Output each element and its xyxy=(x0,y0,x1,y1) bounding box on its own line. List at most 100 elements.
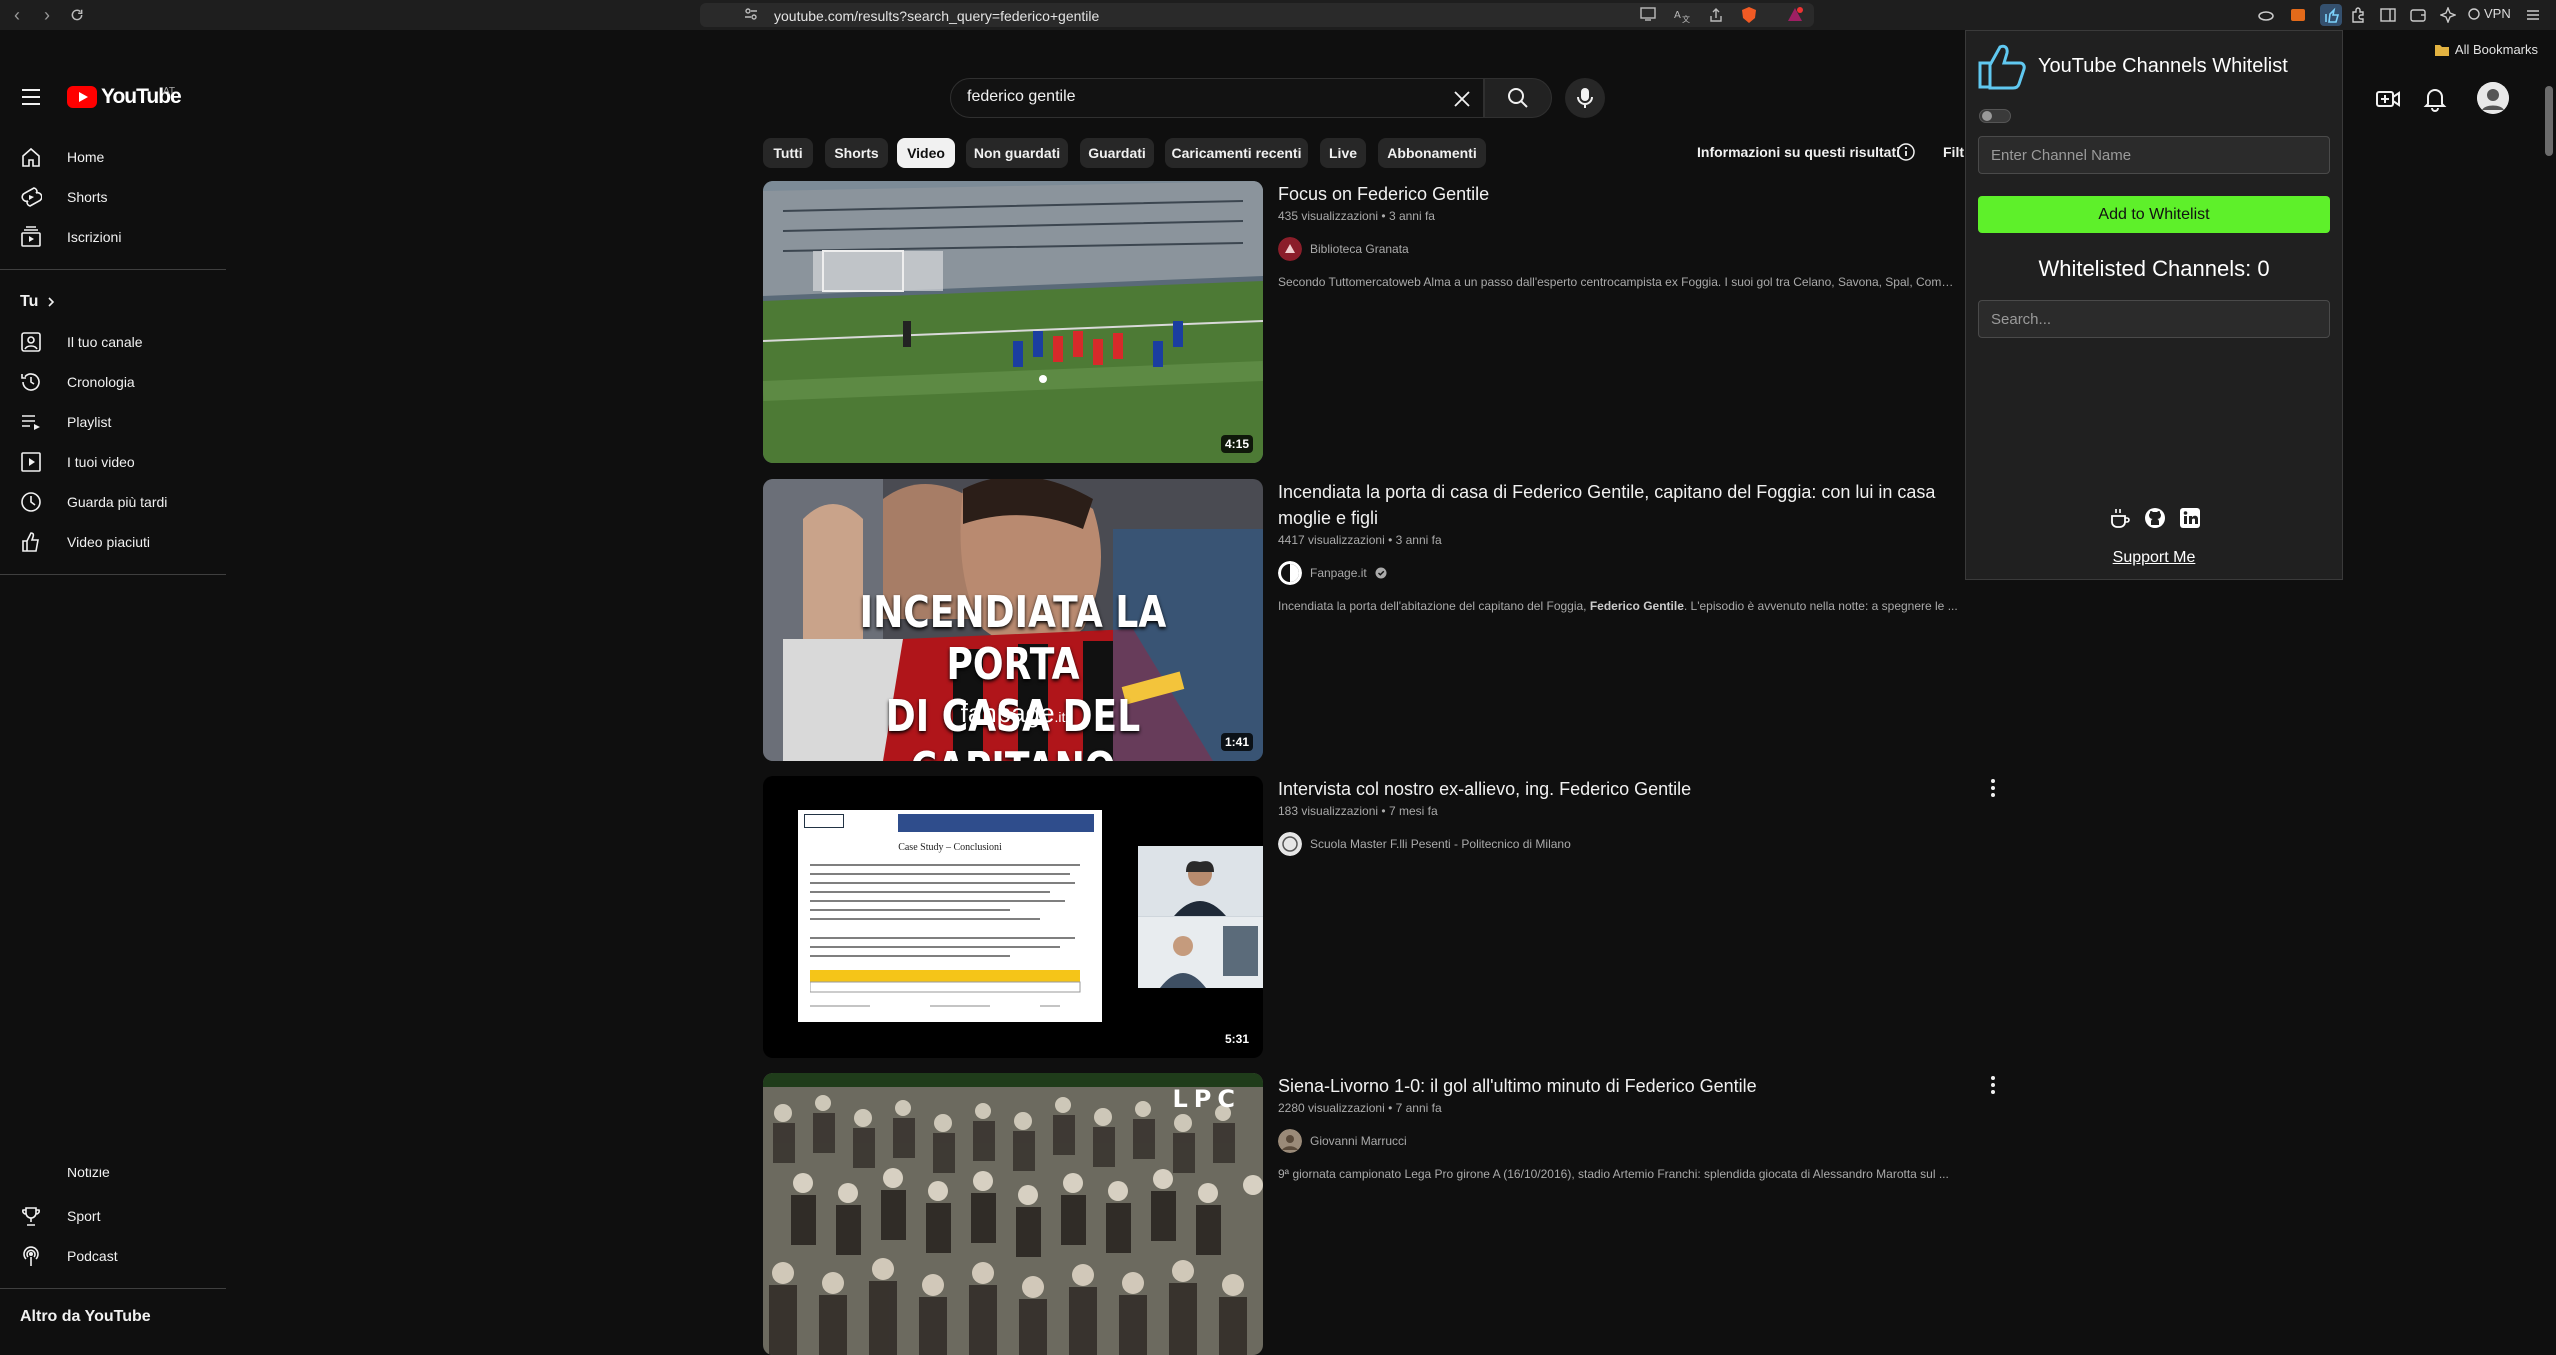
sidebar-item-home[interactable]: Home xyxy=(0,137,226,177)
vpn-button[interactable]: VPN xyxy=(2468,6,2511,21)
extension-icon-2[interactable] xyxy=(2290,7,2306,23)
info-icon[interactable] xyxy=(1896,142,1916,162)
video-thumbnail[interactable]: LPC xyxy=(763,1073,1263,1355)
chip-shorts[interactable]: Shorts xyxy=(825,138,888,168)
meta-separator: • xyxy=(1384,533,1396,547)
whitelist-extension-icon[interactable] xyxy=(2320,4,2342,26)
back-icon[interactable]: ‹ xyxy=(6,4,28,26)
browser-toolbar: ‹ › youtube.com/results?search_query=fed… xyxy=(0,0,2556,30)
channel-name: Scuola Master F.lli Pesenti - Politecnic… xyxy=(1310,837,1571,851)
home-icon xyxy=(22,147,40,167)
video-channel[interactable]: Scuola Master F.lli Pesenti - Politecnic… xyxy=(1278,832,1958,856)
search-icon xyxy=(1508,88,1528,108)
search-input[interactable] xyxy=(967,88,1407,106)
sidebar-item-sport[interactable]: Sport xyxy=(0,1196,226,1236)
forward-icon[interactable]: › xyxy=(36,4,58,26)
more-actions-icon[interactable] xyxy=(1981,1073,2005,1097)
extension-icon-1[interactable] xyxy=(2258,7,2274,23)
leo-ai-icon[interactable] xyxy=(2440,7,2456,23)
sidebar-icon[interactable] xyxy=(2380,7,2396,23)
coffee-icon[interactable] xyxy=(2109,507,2131,529)
video-description: 9ª giornata campionato Lega Pro girone A… xyxy=(1278,1167,1949,1181)
chip-caricamenti-recenti[interactable]: Caricamenti recenti xyxy=(1165,138,1308,168)
all-bookmarks-label: All Bookmarks xyxy=(2454,42,2538,57)
sidebar-item-liked-videos[interactable]: Video piaciuti xyxy=(0,522,226,562)
sidebar-item-your-channel[interactable]: Il tuo canale xyxy=(0,322,226,362)
channel-name-input[interactable] xyxy=(1978,136,2330,174)
menu-icon[interactable] xyxy=(2525,7,2541,23)
video-channel[interactable]: Fanpage.it xyxy=(1278,561,1958,585)
slide-image: Case Study – Conclusioni xyxy=(798,810,1102,1022)
site-info-icon[interactable] xyxy=(744,7,760,23)
sport-icon xyxy=(22,1207,40,1226)
all-bookmarks-button[interactable]: All Bookmarks xyxy=(2434,42,2538,57)
youtube-play-icon xyxy=(67,86,97,108)
sidebar-section-you[interactable]: Tu xyxy=(20,293,56,311)
sidebar-item-shorts[interactable]: Shorts xyxy=(0,177,226,217)
sidebar-item-history[interactable]: Cronologia xyxy=(0,362,226,402)
video-title[interactable]: Focus on Federico Gentile xyxy=(1278,181,1958,207)
video-channel[interactable]: Giovanni Marrucci xyxy=(1278,1129,1958,1153)
overlay-line: INCENDIATA LA PORTA xyxy=(859,587,1167,690)
search-box xyxy=(950,78,1484,118)
folder-icon xyxy=(2434,44,2449,56)
video-channel[interactable]: Biblioteca Granata xyxy=(1278,237,1958,261)
lpc-watermark: LPC xyxy=(1172,1085,1241,1113)
sidebar-item-podcast[interactable]: Podcast xyxy=(0,1236,226,1276)
clear-search-icon[interactable] xyxy=(1451,88,1473,110)
sidebar-label: Video piaciuti xyxy=(67,534,151,550)
search-button[interactable] xyxy=(1484,78,1552,118)
video-views: 183 visualizzazioni xyxy=(1278,804,1379,818)
address-bar[interactable]: youtube.com/results?search_query=federic… xyxy=(700,3,1814,27)
chip-video[interactable]: Video xyxy=(897,138,955,168)
results-info-link[interactable]: Informazioni su questi risultati xyxy=(1697,144,1900,160)
video-thumbnail[interactable]: Case Study – Conclusioni 5:31 xyxy=(763,776,1263,1058)
channel-name: Biblioteca Granata xyxy=(1310,242,1409,256)
sidebar-item-subscriptions[interactable]: Iscrizioni xyxy=(0,217,226,257)
scrollbar-thumb[interactable] xyxy=(2545,86,2553,156)
sidebar-item-playlist[interactable]: Playlist xyxy=(0,402,226,442)
extensions-puzzle-icon[interactable] xyxy=(2350,7,2366,23)
video-title[interactable]: Siena-Livorno 1-0: il gol all'ultimo min… xyxy=(1278,1073,1958,1099)
filters-button[interactable]: Filt xyxy=(1943,144,1964,160)
your-videos-icon xyxy=(21,452,41,472)
add-to-whitelist-button[interactable]: Add to Whitelist xyxy=(1978,196,2330,233)
chip-non-guardati[interactable]: Non guardati xyxy=(966,138,1068,168)
chip-guardati[interactable]: Guardati xyxy=(1080,138,1154,168)
translate-icon[interactable]: A文 xyxy=(1674,7,1690,23)
notifications-bell-icon[interactable] xyxy=(2422,86,2448,112)
voice-search-button[interactable] xyxy=(1565,78,1605,118)
user-avatar[interactable] xyxy=(2477,82,2509,114)
guide-menu-icon[interactable] xyxy=(20,88,42,106)
brave-shield-icon[interactable] xyxy=(1740,6,1758,24)
support-me-link[interactable]: Support Me xyxy=(1966,549,2342,567)
video-thumbnail[interactable]: 4:15 xyxy=(763,181,1263,463)
sidebar-label: Il tuo canale xyxy=(67,334,143,350)
chip-tutti[interactable]: Tutti xyxy=(763,138,813,168)
video-title[interactable]: Intervista col nostro ex-allievo, ing. F… xyxy=(1278,776,1958,802)
cast-icon[interactable] xyxy=(1640,7,1656,23)
chip-abbonamenti[interactable]: Abbonamenti xyxy=(1378,138,1486,168)
github-icon[interactable] xyxy=(2144,507,2166,529)
chip-live[interactable]: Live xyxy=(1320,138,1366,168)
wallet-icon[interactable] xyxy=(2410,7,2426,23)
share-icon[interactable] xyxy=(1708,7,1724,23)
channel-name: Fanpage.it xyxy=(1310,566,1367,580)
more-actions-icon[interactable] xyxy=(1981,776,2005,800)
whitelist-toggle[interactable] xyxy=(1979,109,2011,123)
video-thumbnail[interactable]: INCENDIATA LA PORTA DI CASA DEL CAPITANO… xyxy=(763,479,1263,761)
whitelisted-count: Whitelisted Channels: 0 xyxy=(2038,256,2270,281)
channel-avatar xyxy=(1278,561,1302,585)
podcast-icon xyxy=(23,1246,39,1266)
video-title[interactable]: Incendiata la porta di casa di Federico … xyxy=(1278,479,1958,531)
linkedin-icon[interactable] xyxy=(2179,507,2201,529)
brave-rewards-icon[interactable] xyxy=(1786,6,1804,24)
sidebar-item-your-videos[interactable]: I tuoi video xyxy=(0,442,226,482)
reload-icon[interactable] xyxy=(66,4,88,26)
create-video-icon[interactable] xyxy=(2375,86,2401,112)
page-scrollbar[interactable] xyxy=(2542,68,2556,1331)
whitelist-search-input[interactable] xyxy=(1978,300,2330,338)
sidebar-item-news[interactable]: Notizie xyxy=(0,1168,226,1192)
sidebar-item-watch-later[interactable]: Guarda più tardi xyxy=(0,482,226,522)
video-meta: 183 visualizzazioni • 7 mesi fa xyxy=(1278,804,1958,818)
